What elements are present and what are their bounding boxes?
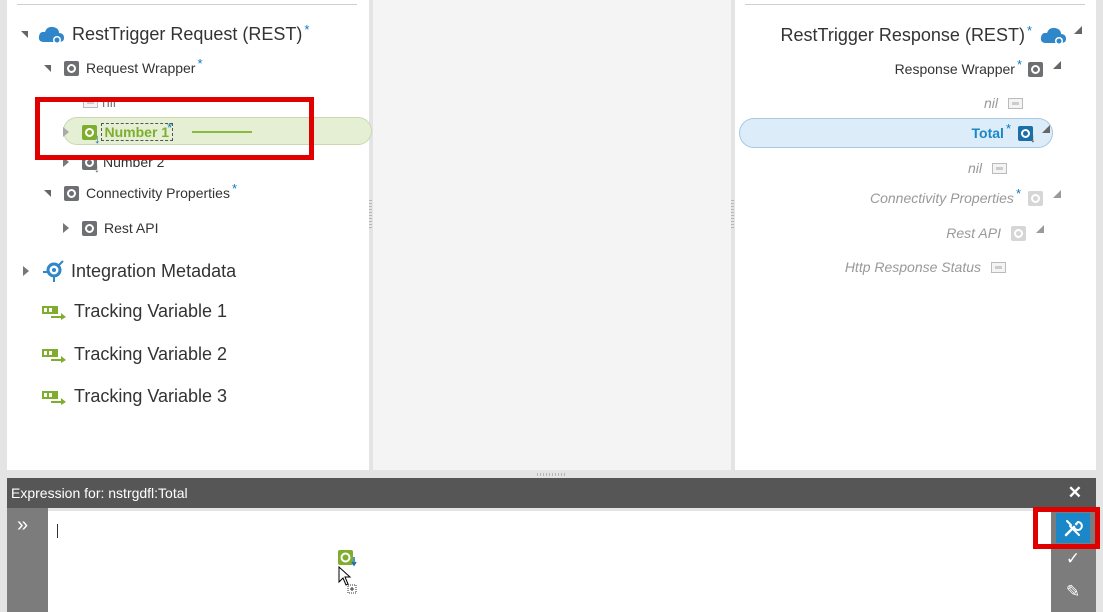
splitter-handle[interactable] [731, 200, 734, 228]
attribute-icon [1008, 97, 1023, 109]
node-label: Integration Metadata [71, 260, 237, 281]
cloud-icon [1040, 27, 1066, 45]
required-marker: * [231, 180, 238, 196]
close-icon[interactable]: ✕ [1068, 483, 1082, 503]
collapse-arrow-icon[interactable] [44, 189, 51, 197]
drag-cursor-icon [338, 550, 357, 594]
node-label: Tracking Variable 1 [74, 301, 228, 321]
node-label: Tracking Variable 3 [74, 386, 228, 406]
tree-node-tracking-variable-3[interactable]: Tracking Variable 3 [41, 386, 227, 407]
attribute-icon [992, 162, 1007, 174]
node-label: Rest API [946, 225, 1001, 241]
expression-editor[interactable] [48, 511, 1051, 612]
target-tree-panel: RestTrigger Response (REST) * Response W… [735, 0, 1096, 470]
tree-node-http-response-status[interactable]: Http Response Status [845, 259, 1006, 275]
attribute-icon [991, 261, 1006, 273]
text-caret [57, 524, 58, 538]
tree-node-request-wrapper[interactable]: Request Wrapper * [44, 56, 203, 76]
object-icon [1011, 225, 1026, 241]
cloud-icon [38, 26, 64, 44]
divider [17, 4, 357, 5]
highlight-box-source [35, 97, 314, 160]
collapse-arrow-icon[interactable] [1074, 25, 1082, 34]
node-label: Response Wrapper [894, 61, 1015, 77]
node-label: Http Response Status [844, 259, 981, 275]
tree-node-rest-api[interactable]: Rest API [946, 225, 1044, 241]
highlight-box-tools [1033, 507, 1100, 549]
splitter-handle[interactable] [369, 200, 372, 228]
tree-node-rest-api[interactable]: Rest API [63, 220, 158, 236]
tree-node-nil[interactable]: nil [968, 160, 1007, 176]
expand-icon[interactable]: » [17, 514, 28, 537]
collapse-arrow-icon[interactable] [1042, 125, 1050, 133]
expression-left-toolbar: » [7, 508, 48, 612]
required-marker: * [1005, 120, 1011, 136]
down-arrow-icon: ↓ [1030, 131, 1036, 145]
node-label: nil [983, 95, 998, 111]
edit-button[interactable]: ✎ [1056, 580, 1090, 604]
node-label: nil [967, 160, 982, 176]
tree-node-total[interactable]: Total * ↓ [971, 121, 1050, 145]
collapse-arrow-icon[interactable] [21, 31, 28, 38]
object-icon [82, 220, 97, 236]
tree-node-resttrigger-response[interactable]: RestTrigger Response (REST) * [780, 23, 1082, 46]
node-label: Request Wrapper [86, 60, 196, 76]
tracking-variable-icon [42, 348, 66, 363]
required-marker: * [1015, 185, 1021, 201]
object-icon [1028, 190, 1043, 206]
node-label: RestTrigger Request (REST) [72, 24, 303, 44]
required-marker: * [1026, 23, 1032, 38]
tree-node-resttrigger-request[interactable]: RestTrigger Request (REST) * [21, 22, 310, 45]
object-icon [1028, 61, 1043, 77]
object-icon [64, 185, 79, 201]
expand-arrow-icon[interactable] [23, 266, 29, 276]
expand-arrow-icon[interactable] [63, 223, 69, 233]
divider [745, 4, 1085, 5]
collapse-arrow-icon[interactable] [1053, 190, 1061, 198]
node-label: Tracking Variable 2 [74, 344, 228, 364]
integration-metadata-icon [43, 260, 64, 282]
tree-node-tracking-variable-1[interactable]: Tracking Variable 1 [41, 301, 227, 322]
tree-node-response-wrapper[interactable]: Response Wrapper * [894, 57, 1061, 77]
node-label: Connectivity Properties [86, 185, 230, 201]
tracking-variable-icon [42, 390, 66, 405]
required-marker: * [197, 55, 203, 71]
tree-node-connectivity-properties[interactable]: Connectivity Properties * [44, 181, 237, 201]
down-arrow-icon: ↓ [94, 161, 100, 175]
collapse-arrow-icon[interactable] [1053, 61, 1061, 69]
apply-button[interactable]: ✓ [1056, 547, 1090, 571]
mapping-canvas [373, 0, 734, 470]
tree-node-integration-metadata[interactable]: Integration Metadata [23, 259, 236, 283]
check-icon: ✓ [1065, 549, 1081, 568]
source-tree-panel: RestTrigger Request (REST) * Request Wra… [7, 0, 372, 470]
node-label: Rest API [104, 220, 159, 236]
panel-resize-handle[interactable] [537, 473, 567, 476]
node-label: Connectivity Properties [869, 190, 1014, 206]
node-label: RestTrigger Response (REST) [780, 25, 1025, 45]
object-icon [64, 60, 79, 76]
collapse-arrow-icon[interactable] [1036, 225, 1044, 233]
required-marker: * [1016, 56, 1022, 72]
expression-header: Expression for: nstrgdfl:Total ✕ [7, 478, 1096, 508]
expression-title: Expression for: nstrgdfl:Total [11, 485, 188, 501]
node-label: Total [971, 125, 1004, 141]
collapse-arrow-icon[interactable] [44, 64, 51, 72]
tree-node-tracking-variable-2[interactable]: Tracking Variable 2 [41, 344, 227, 365]
pencil-icon: ✎ [1065, 582, 1081, 601]
tree-node-connectivity-properties[interactable]: Connectivity Properties * [869, 186, 1061, 206]
required-marker: * [304, 22, 310, 37]
tree-node-nil[interactable]: nil [984, 95, 1023, 111]
tracking-variable-icon [42, 305, 66, 320]
